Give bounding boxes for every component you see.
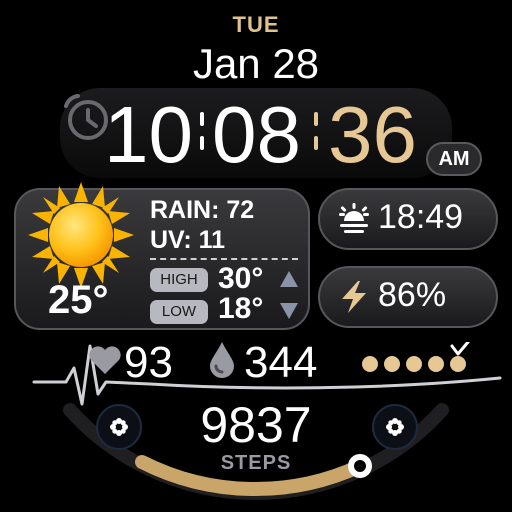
- weather-divider: [150, 258, 298, 260]
- rain-chance: RAIN: 72: [150, 196, 255, 224]
- down-arrow-icon: [280, 303, 298, 319]
- minutes: 08: [212, 90, 301, 179]
- high-label: HIGH: [150, 268, 208, 292]
- minute-second-separator: [314, 112, 318, 152]
- high-temperature: 30°: [218, 262, 264, 295]
- date-label: Jan 28: [192, 40, 320, 87]
- battery-percent: 86%: [378, 276, 447, 314]
- hours: 10: [104, 90, 193, 179]
- seconds: 36: [328, 90, 417, 179]
- sunset-time: 18:49: [378, 198, 464, 236]
- heart-icon: [89, 346, 121, 374]
- uv-index: UV: 11: [150, 226, 226, 254]
- drop-icon: [210, 342, 234, 378]
- up-arrow-icon: [280, 271, 298, 287]
- steps-label: STEPS: [220, 452, 292, 474]
- lightning-icon: [342, 281, 366, 313]
- low-label: LOW: [150, 300, 208, 324]
- goal-dots: [362, 342, 470, 372]
- hour-minute-separator: [200, 112, 204, 152]
- sunset-icon: [339, 203, 369, 233]
- current-temperature: 25°: [48, 278, 109, 322]
- sun-icon: [28, 182, 134, 288]
- day-of-week: TUE: [232, 12, 280, 37]
- watch-face: TUE Jan 28 10 08 36 AM 25° RAIN: 72 UV: …: [0, 0, 512, 512]
- am-pm-badge: AM: [426, 142, 482, 176]
- steps-count: 9837: [200, 397, 312, 453]
- low-temperature: 18°: [218, 292, 264, 325]
